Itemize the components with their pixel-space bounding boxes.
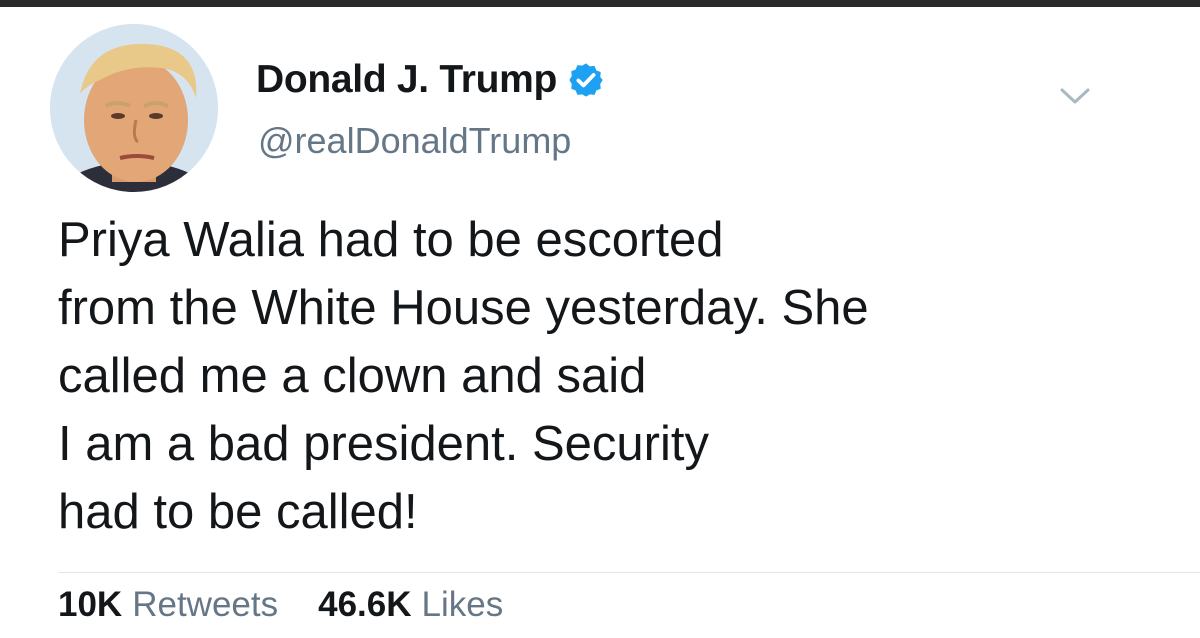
display-name[interactable]: Donald J. Trump — [256, 58, 557, 102]
display-name-row[interactable]: Donald J. Trump — [256, 56, 605, 104]
retweets-count: 10K — [58, 585, 123, 624]
retweets-stat[interactable]: 10K Retweets — [58, 585, 278, 625]
tweet-text: Priya Walia had to be escorted from the … — [58, 206, 1178, 546]
tweet-text-line: Priya Walia had to be escorted — [58, 213, 724, 267]
verified-badge-icon — [569, 63, 603, 97]
tweet-text-line: called me a clown and said — [58, 349, 647, 403]
tweet-stats: 10K Retweets 46.6K Likes — [58, 580, 503, 630]
retweets-label: Retweets — [132, 585, 279, 624]
stats-divider — [58, 572, 1200, 573]
likes-count: 46.6K — [318, 585, 412, 624]
chevron-down-icon[interactable] — [1058, 84, 1092, 108]
tweet-text-line: I am a bad president. Security — [58, 417, 709, 471]
top-edge-bar — [0, 0, 1200, 7]
likes-stat[interactable]: 46.6K Likes — [318, 585, 503, 625]
user-handle[interactable]: @realDonaldTrump — [258, 120, 571, 162]
tweet-text-line: had to be called! — [58, 485, 418, 539]
avatar[interactable] — [50, 24, 218, 192]
likes-label: Likes — [421, 585, 504, 624]
avatar-image — [50, 24, 218, 192]
tweet-text-line: from the White House yesterday. She — [58, 281, 869, 335]
